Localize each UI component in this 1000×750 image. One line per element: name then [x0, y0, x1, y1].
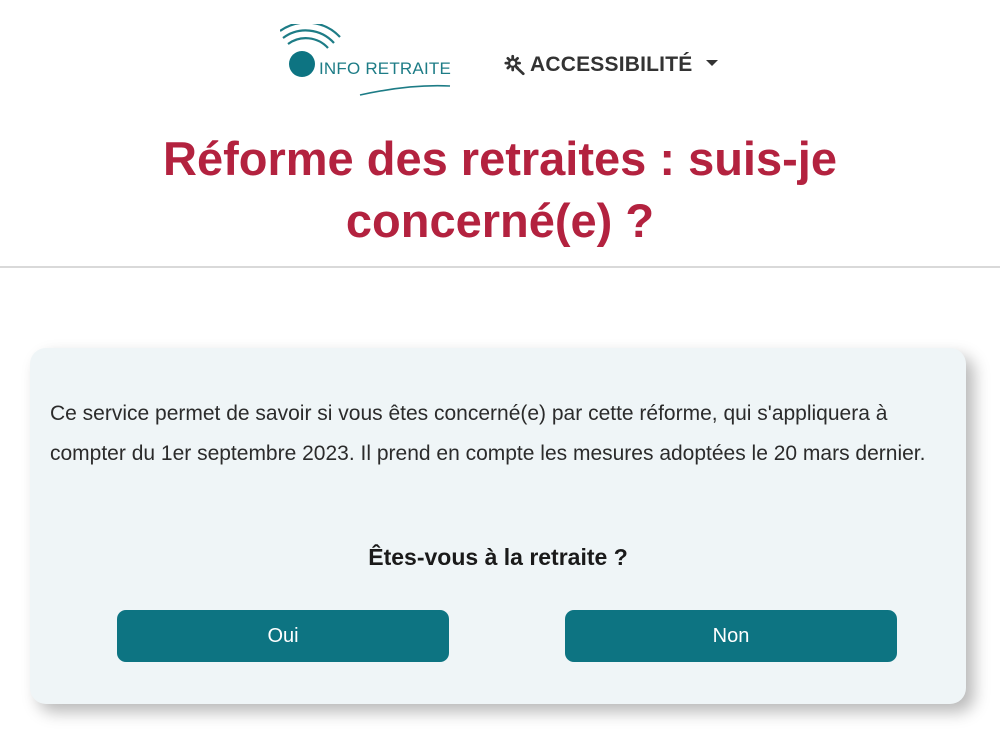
accessibility-label: ACCESSIBILITÉ: [530, 53, 693, 76]
info-retraite-logo[interactable]: INFO RETRAITE: [280, 24, 455, 98]
caret-down-icon: [706, 60, 719, 66]
question-card: Ce service permet de savoir si vous êtes…: [30, 348, 966, 704]
retirement-question: Êtes-vous à la retraite ?: [368, 544, 628, 570]
gear-wrench-icon: [504, 54, 525, 76]
page-title: Réforme des retraites : suis-je concerné…: [163, 132, 837, 247]
site-header: INFO RETRAITE ACCESSIBILITÉ Réforme des …: [0, 0, 1000, 268]
accessibility-menu-toggle[interactable]: ACCESSIBILITÉ: [504, 50, 719, 80]
logo-text: INFO RETRAITE: [319, 59, 451, 78]
no-button[interactable]: Non: [565, 610, 897, 662]
yes-button[interactable]: Oui: [117, 610, 449, 662]
intro-text: Ce service permet de savoir si vous êtes…: [50, 402, 926, 465]
